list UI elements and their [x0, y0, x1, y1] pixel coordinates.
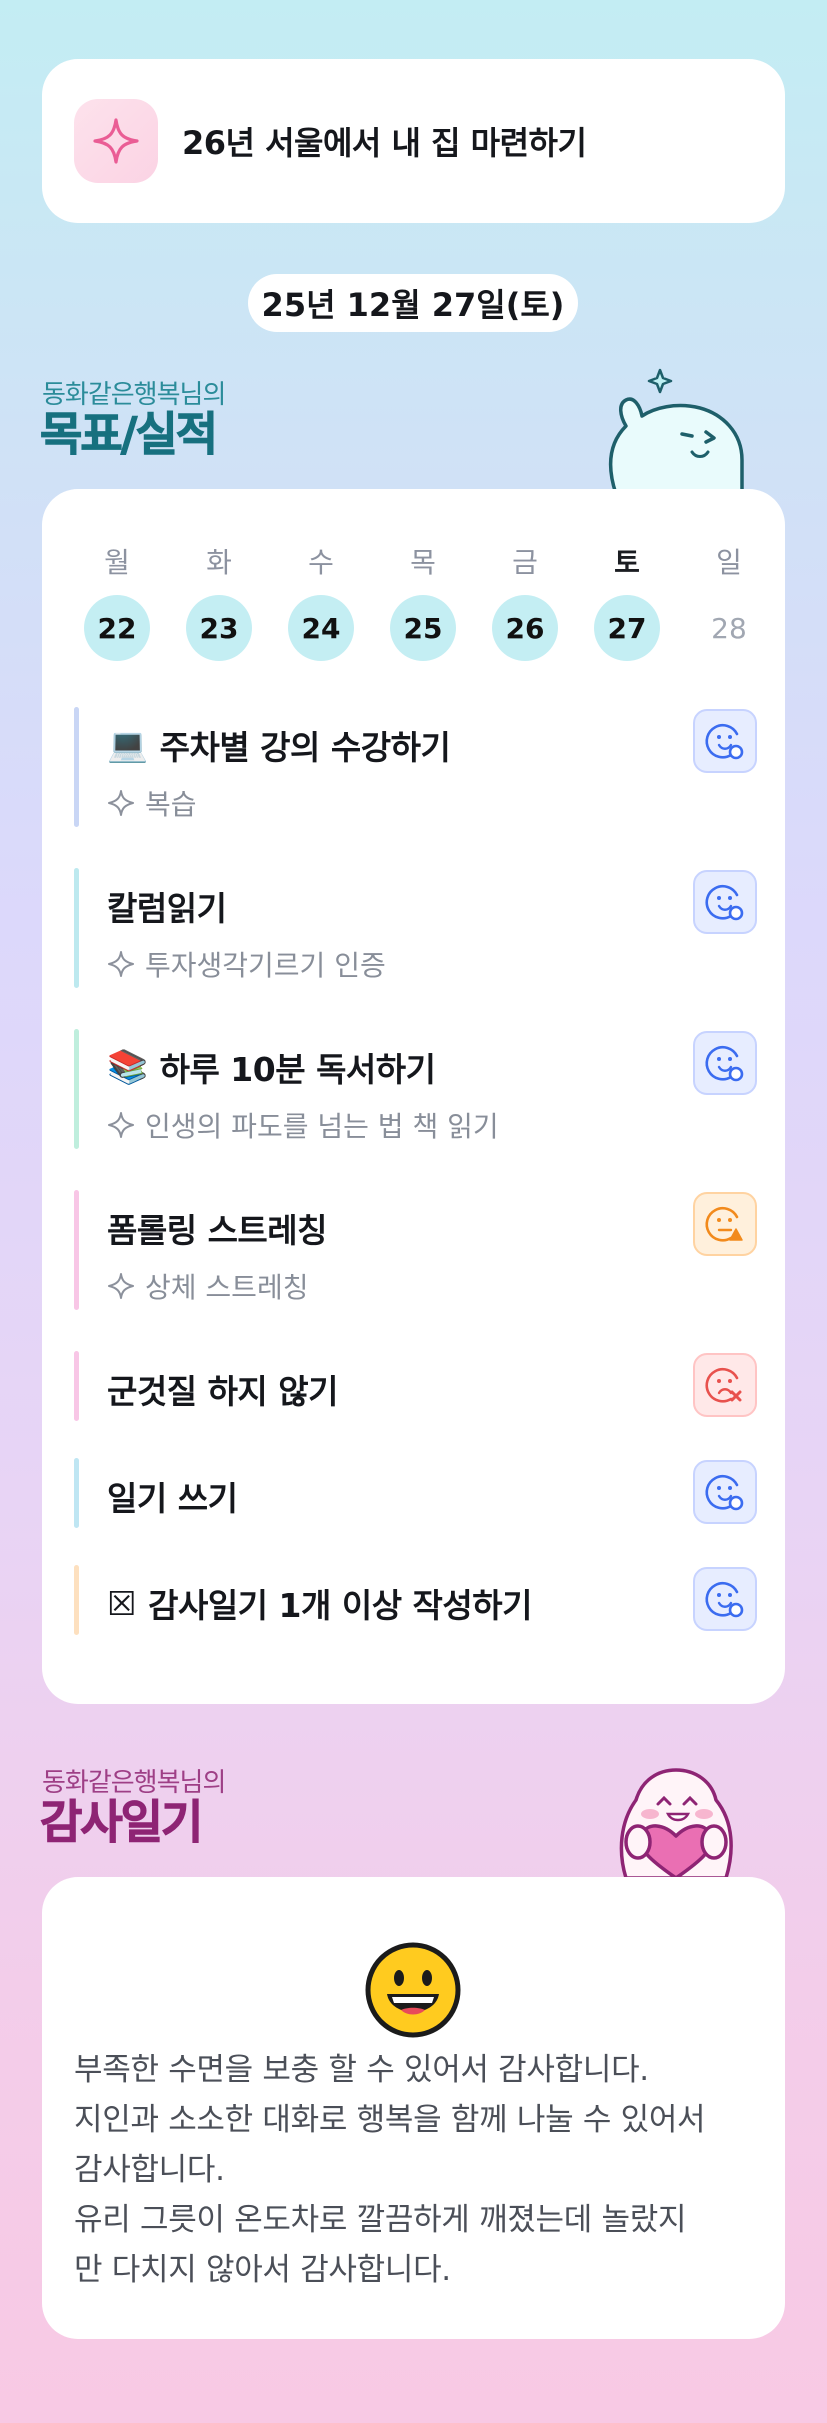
task-item[interactable]: ☒ 감사일기 1개 이상 작성하기	[74, 1565, 757, 1635]
task-title: 하루 10분 독서하기	[159, 1050, 436, 1089]
sparkle-outline-icon	[108, 951, 134, 977]
day-23[interactable]: 23	[186, 595, 252, 661]
task-color-bar	[74, 1029, 79, 1149]
weekday-label-active: 토	[614, 546, 640, 579]
task-color-bar	[74, 707, 79, 827]
sparkle-outline-icon	[108, 790, 134, 816]
task-subtitle: 상체 스트레칭	[145, 1271, 309, 1304]
sparkle-icon	[74, 99, 158, 183]
gratitude-line: 부족한 수면을 보충 할 수 있어서 감사합니다.	[74, 2052, 649, 2088]
sparkle-outline-icon	[108, 1273, 134, 1299]
weekday-label: 금	[512, 546, 538, 579]
weekday-label: 수	[308, 546, 334, 579]
mascot-heart-icon	[619, 1768, 733, 1878]
gratitude-line: 지인과 소소한 대화로 행복을 함께 나눌 수 있어서	[74, 2102, 706, 2138]
status-smile-blue-icon[interactable]	[693, 1460, 757, 1524]
day-24[interactable]: 24	[288, 595, 354, 661]
date-selector[interactable]: 25년 12월 27일(토)	[248, 274, 578, 332]
task-subtitle: 투자생각기르기 인증	[145, 949, 386, 982]
status-smile-blue-icon[interactable]	[693, 1567, 757, 1631]
gratitude-card: 부족한 수면을 보충 할 수 있어서 감사합니다. 지인과 소소한 대화로 행복…	[42, 1877, 785, 2339]
goals-section-title: 목표/실적	[39, 407, 218, 462]
day-22[interactable]: 22	[84, 595, 150, 661]
status-smile-blue-icon[interactable]	[693, 709, 757, 773]
task-title: 군것질 하지 않기	[107, 1372, 339, 1411]
task-title: 감사일기 1개 이상 작성하기	[148, 1586, 532, 1625]
books-icon: 📚	[107, 1047, 148, 1086]
gratitude-section-title: 감사일기	[39, 1795, 203, 1850]
status-neutral-orange-icon[interactable]	[693, 1192, 757, 1256]
task-title: 칼럼읽기	[107, 889, 227, 928]
laptop-icon: 💻	[107, 725, 148, 764]
weekday-label: 월	[104, 546, 130, 579]
task-subtitle: 인생의 파도를 넘는 법 책 읽기	[145, 1110, 499, 1143]
weekday-label: 목	[410, 546, 436, 579]
gratitude-line: 감사합니다.	[74, 2152, 225, 2188]
sparkle-outline-icon	[108, 1112, 134, 1138]
task-subtitle: 복습	[145, 788, 197, 821]
gratitude-line: 유리 그릇이 온도차로 깔끔하게 깨졌는데 놀랐지	[74, 2202, 687, 2238]
task-color-bar	[74, 1190, 79, 1310]
day-25[interactable]: 25	[390, 595, 456, 661]
goal-banner[interactable]: 26년 서울에서 내 집 마련하기	[42, 59, 785, 223]
task-item[interactable]: 폼롤링 스트레칭 상체 스트레칭	[74, 1190, 757, 1310]
week-days: 22 23 24 25 26 27 28	[66, 595, 780, 661]
weekday-label: 일	[716, 546, 742, 579]
task-color-bar	[74, 1565, 79, 1635]
task-item[interactable]: 💻 주차별 강의 수강하기 복습	[74, 707, 757, 827]
day-26[interactable]: 26	[492, 595, 558, 661]
checkbox-icon: ☒	[107, 1583, 137, 1623]
task-color-bar	[74, 868, 79, 988]
task-title: 주차별 강의 수강하기	[159, 728, 451, 767]
status-smile-blue-icon[interactable]	[693, 870, 757, 934]
task-item[interactable]: 일기 쓰기	[74, 1458, 757, 1528]
goals-card: 월 화 수 목 금 토 일 22 23 24 25 26 27 28 💻 주차별…	[42, 489, 785, 1704]
gratitude-line: 만 다치지 않아서 감사합니다.	[74, 2252, 451, 2288]
task-color-bar	[74, 1458, 79, 1528]
status-smile-blue-icon[interactable]	[693, 1031, 757, 1095]
task-item[interactable]: 칼럼읽기 투자생각기르기 인증	[74, 868, 757, 988]
mascot-cheer-icon	[608, 368, 744, 494]
gratitude-entry-text: 부족한 수면을 보충 할 수 있어서 감사합니다. 지인과 소소한 대화로 행복…	[74, 2045, 764, 2295]
task-item[interactable]: 군것질 하지 않기	[74, 1351, 757, 1421]
day-27-selected[interactable]: 27	[594, 595, 660, 661]
task-title: 일기 쓰기	[107, 1479, 238, 1518]
weekday-label: 화	[206, 546, 232, 579]
status-sad-red-icon[interactable]	[693, 1353, 757, 1417]
day-28[interactable]: 28	[696, 595, 762, 661]
goal-title: 26년 서울에서 내 집 마련하기	[182, 124, 587, 162]
task-item[interactable]: 📚 하루 10분 독서하기 인생의 파도를 넘는 법 책 읽기	[74, 1029, 757, 1149]
grinning-face-icon	[365, 1942, 461, 2038]
task-color-bar	[74, 1351, 79, 1421]
weekday-header: 월 화 수 목 금 토 일	[66, 541, 780, 581]
task-title: 폼롤링 스트레칭	[107, 1211, 328, 1250]
